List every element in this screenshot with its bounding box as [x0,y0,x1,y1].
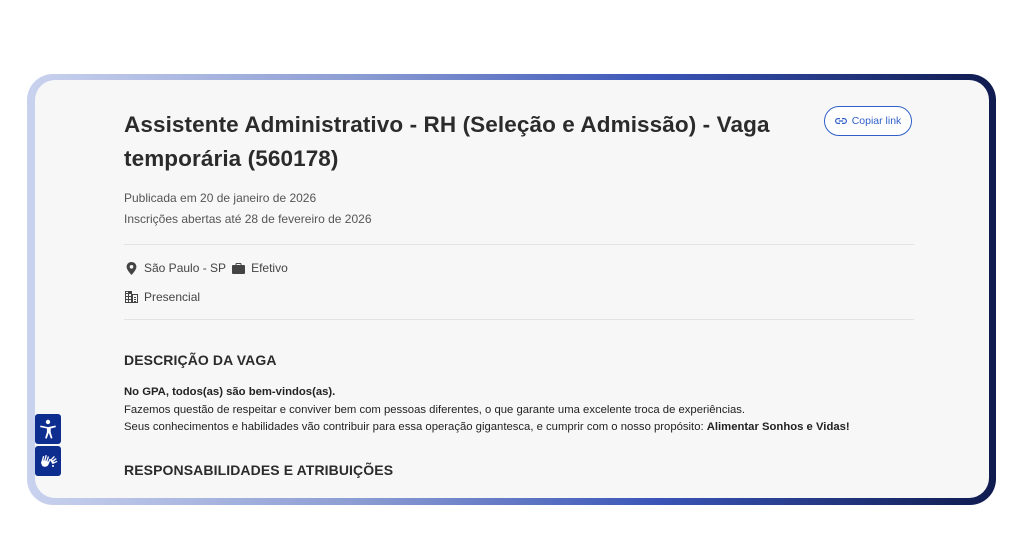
job-card: Assistente Administrativo - RH (Seleção … [35,80,989,498]
location-pin-icon [124,261,138,275]
sign-language-button[interactable] [35,446,61,476]
link-icon [834,117,847,125]
job-location-row: São Paulo - SP Efetivo [124,259,914,277]
location-text: São Paulo - SP [144,261,227,275]
accessibility-button[interactable] [35,414,61,444]
job-content: Assistente Administrativo - RH (Seleção … [124,108,914,478]
divider [124,319,914,320]
application-deadline: Inscrições abertas até 28 de fevereiro d… [124,212,372,226]
divider [124,244,914,245]
work-mode: Presencial [144,290,201,304]
description-body: No GPA, todos(as) são bem-vindos(as). Fa… [124,384,914,437]
description-section: DESCRIÇÃO DA VAGA No GPA, todos(as) são … [124,352,914,437]
responsibilities-heading: RESPONSABILIDADES E ATRIBUIÇÕES [124,461,394,478]
published-date: Publicada em 20 de janeiro de 2026 [124,191,317,205]
job-dates: Publicada em 20 de janeiro de 2026 Inscr… [124,188,914,230]
contract-type: Efetivo [251,261,288,275]
briefcase-icon [231,261,245,275]
purpose-text: Seus conhecimentos e habilidades vão con… [124,421,707,433]
description-paragraph: Fazemos questão de respeitar e conviver … [124,403,746,416]
description-heading: DESCRIÇÃO DA VAGA [124,352,277,368]
description-intro: No GPA, todos(as) são bem-vindos(as). [124,386,336,398]
job-info: São Paulo - SP Efetivo Presencial [124,259,914,306]
building-icon [124,290,138,304]
copy-link-label: Copiar link [851,115,902,127]
purpose-highlight: Alimentar Sonhos e Vidas! [706,421,850,433]
accessibility-icon [39,419,57,439]
work-mode-row: Presencial [124,288,914,306]
description-purpose: Seus conhecimentos e habilidades vão con… [124,419,914,437]
copy-link-button[interactable]: Copiar link [824,106,912,136]
job-title: Assistente Administrativo - RH (Seleção … [124,112,770,171]
sign-language-icon [38,451,58,471]
